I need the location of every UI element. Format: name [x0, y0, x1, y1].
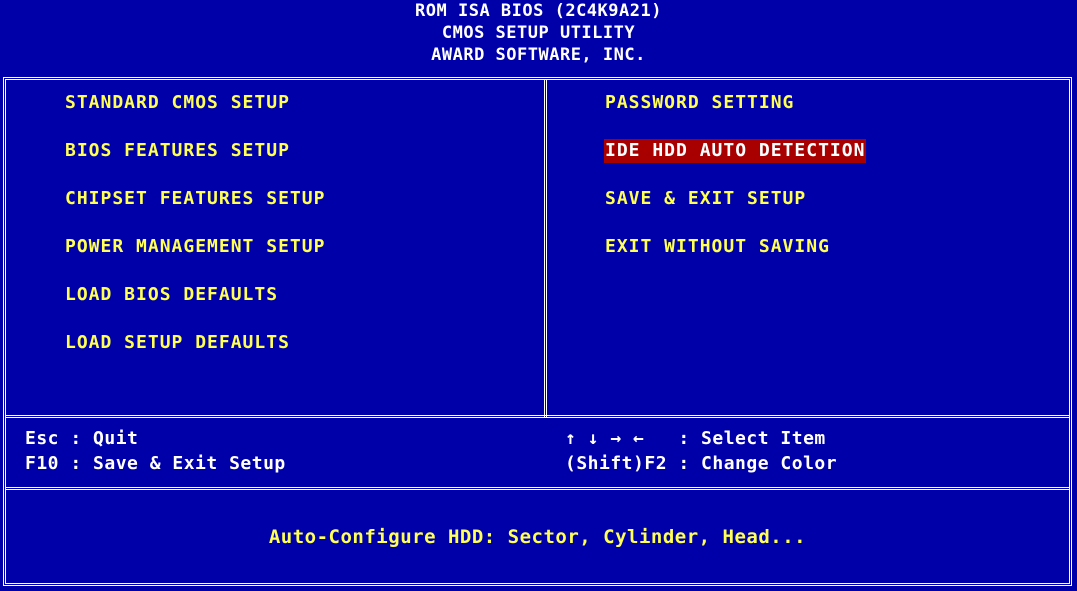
menu-item-save-exit-setup[interactable]: SAVE & EXIT SETUP	[604, 187, 807, 211]
menu-item-chipset-features-setup[interactable]: CHIPSET FEATURES SETUP	[64, 187, 326, 211]
utility-title: CMOS SETUP UTILITY	[441, 23, 636, 43]
menu-item-power-management-setup[interactable]: POWER MANAGEMENT SETUP	[64, 235, 326, 259]
help-divider	[6, 415, 1069, 418]
bios-version-title: ROM ISA BIOS (2C4K9A21)	[415, 1, 662, 21]
menu-column-divider	[544, 79, 547, 417]
vendor-title: AWARD SOFTWARE, INC.	[431, 45, 646, 65]
help-shift-f2-change-color: (Shift)F2 : Change Color	[565, 453, 838, 474]
menu-item-exit-without-saving[interactable]: EXIT WITHOUT SAVING	[604, 235, 831, 259]
bios-header: ROM ISA BIOS (2C4K9A21) CMOS SETUP UTILI…	[0, 0, 1077, 72]
help-esc-quit: Esc : Quit	[25, 428, 139, 449]
menu-item-bios-features-setup[interactable]: BIOS FEATURES SETUP	[64, 139, 291, 163]
menu-item-load-bios-defaults[interactable]: LOAD BIOS DEFAULTS	[64, 283, 279, 307]
menu-item-load-setup-defaults[interactable]: LOAD SETUP DEFAULTS	[64, 331, 291, 355]
status-description: Auto-Configure HDD: Sector, Cylinder, He…	[268, 526, 807, 548]
help-arrows-select-item: ↑ ↓ → ← : Select Item	[565, 428, 826, 449]
menu-item-ide-hdd-auto-detection[interactable]: IDE HDD AUTO DETECTION	[604, 139, 867, 163]
menu-item-password-setting[interactable]: PASSWORD SETTING	[604, 91, 795, 115]
menu-item-standard-cmos-setup[interactable]: STANDARD CMOS SETUP	[64, 91, 291, 115]
status-divider	[6, 487, 1069, 490]
help-f10-save-exit: F10 : Save & Exit Setup	[25, 453, 286, 474]
